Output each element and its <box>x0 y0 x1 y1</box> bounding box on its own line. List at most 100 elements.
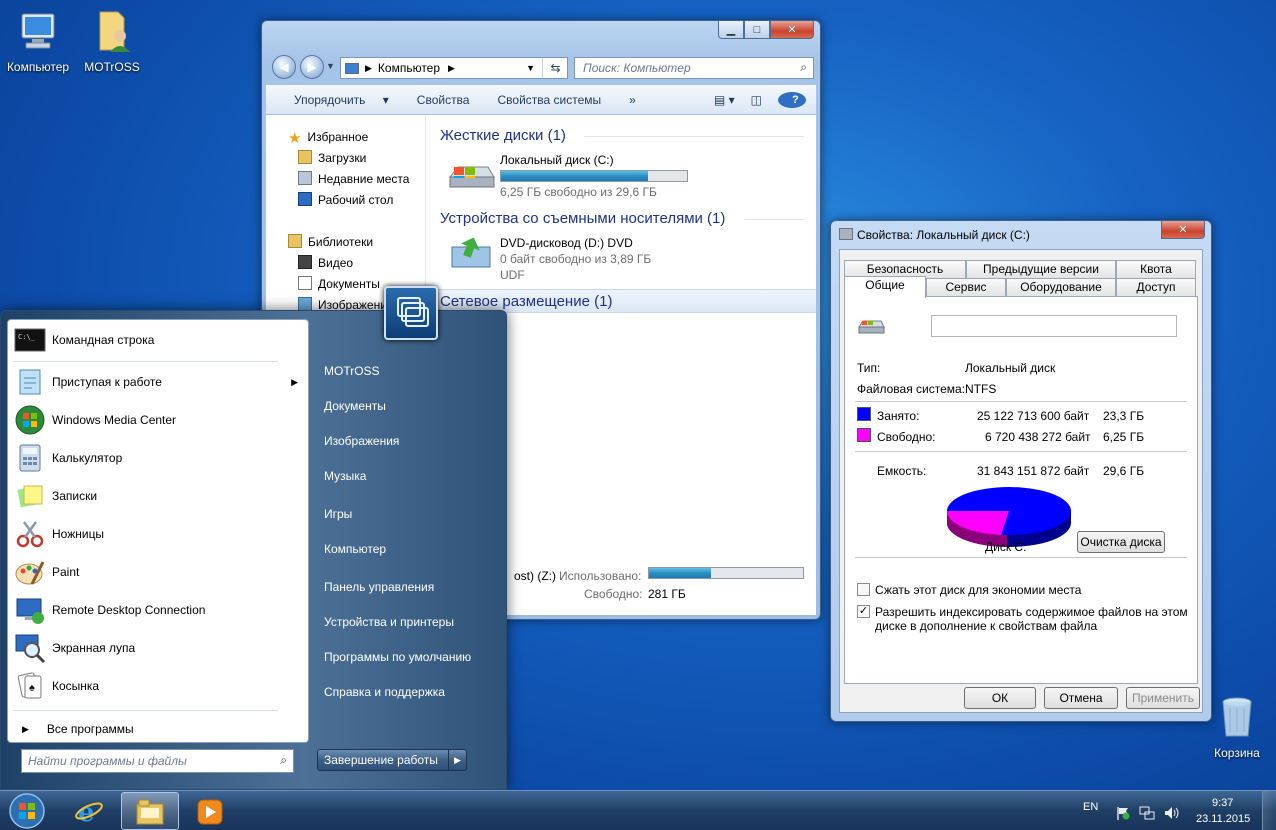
start-menu-programs: C:\_ Командная строка Приступая к работе… <box>7 319 309 743</box>
tab-quota[interactable]: Квота <box>1116 260 1196 278</box>
preview-pane-icon[interactable]: ◫ <box>743 93 770 107</box>
language-indicator[interactable]: EN <box>1083 801 1098 813</box>
filesystem-label: Файловая система: <box>857 382 966 396</box>
clock-date[interactable]: 23.11.2015 <box>1196 813 1250 825</box>
start-item-media-center[interactable]: Windows Media Center <box>8 401 308 439</box>
system-properties-button[interactable]: Свойства системы <box>483 93 615 107</box>
index-checkbox[interactable]: ✓ <box>857 605 870 618</box>
start-item-getting-started[interactable]: Приступая к работе ▶ <box>8 363 308 401</box>
shutdown-button[interactable]: Завершение работы ▶ <box>317 749 467 771</box>
start-button[interactable] <box>6 791 48 830</box>
drive-c-name[interactable]: Локальный диск (C:) <box>500 153 614 167</box>
nav-favorites[interactable]: ★ Избранное <box>288 129 368 147</box>
start-link-default-programs[interactable]: Программы по умолчанию <box>324 650 471 664</box>
tab-sharing[interactable]: Доступ <box>1116 278 1196 296</box>
start-item-magnifier[interactable]: Экранная лупа <box>8 629 308 667</box>
shutdown-options-icon[interactable]: ▶ <box>448 750 466 770</box>
start-search-input[interactable]: Найти программы и файлы ⌕ <box>21 749 294 773</box>
cancel-button[interactable]: Отмена <box>1044 687 1118 709</box>
start-link-control-panel[interactable]: Панель управления <box>324 580 434 594</box>
dvd-drive-name[interactable]: DVD-дисковод (D:) DVD <box>500 236 633 250</box>
forward-button[interactable]: ▶ <box>300 55 324 79</box>
more-commands-button[interactable]: » <box>615 93 650 107</box>
desktop-icon-computer[interactable]: Компьютер <box>0 8 76 74</box>
desktop-icon-user-folder[interactable]: MOTrOSS <box>74 8 150 74</box>
tab-previous-versions[interactable]: Предыдущие версии <box>966 260 1116 278</box>
start-item-scissors[interactable]: Ножницы <box>8 515 308 553</box>
volume-icon[interactable] <box>1163 805 1181 824</box>
disk-label: Диск C: <box>985 540 1027 554</box>
tab-service[interactable]: Сервис <box>926 278 1006 296</box>
nav-documents[interactable]: Документы <box>298 276 380 291</box>
nav-libraries[interactable]: Библиотеки <box>288 234 373 249</box>
search-icon[interactable]: ⌕ <box>800 60 807 75</box>
address-dropdown-icon[interactable]: ▼ <box>526 63 535 73</box>
show-desktop-button[interactable] <box>1262 791 1276 830</box>
start-link-help[interactable]: Справка и поддержка <box>324 685 445 699</box>
network-icon[interactable] <box>1139 805 1155 824</box>
help-icon[interactable]: ? <box>770 91 816 108</box>
taskbar-media-player[interactable] <box>182 792 240 830</box>
start-link-computer[interactable]: Компьютер <box>324 542 386 556</box>
start-item-cmd[interactable]: C:\_ Командная строка <box>8 321 308 359</box>
solitaire-icon: ♠ <box>14 670 46 702</box>
maximize-button[interactable]: □ <box>744 21 770 39</box>
search-input[interactable]: Поиск: Компьютер ⌕ <box>574 57 814 79</box>
close-button[interactable]: ✕ <box>770 21 814 39</box>
nav-desktop[interactable]: Рабочий стол <box>298 192 393 207</box>
free-gb: 6,25 ГБ <box>1103 430 1145 444</box>
address-bar[interactable]: ▶ Компьютер ▶ ▼ <box>340 57 568 79</box>
command-bar: Упорядочить ▾ Свойства Свойства системы … <box>266 85 816 115</box>
network-drive-name[interactable]: ost) (Z:) <box>514 569 556 583</box>
tab-hardware[interactable]: Оборудование <box>1006 278 1116 296</box>
start-link-images[interactable]: Изображения <box>324 434 399 448</box>
index-label-line1: Разрешить индексировать содержимое файло… <box>875 605 1188 619</box>
start-item-remote-desktop[interactable]: Remote Desktop Connection <box>8 591 308 629</box>
volume-label-input[interactable] <box>931 315 1177 337</box>
action-center-flag-icon[interactable] <box>1115 805 1131 824</box>
remote-desktop-icon <box>14 594 46 626</box>
start-link-documents[interactable]: Документы <box>324 399 386 413</box>
cmd-icon: C:\_ <box>14 324 46 356</box>
compress-label: Сжать этот диск для экономии места <box>875 583 1082 597</box>
all-programs-button[interactable]: ▶ Все программы <box>8 712 308 746</box>
apply-button[interactable]: Применить <box>1126 687 1200 709</box>
minimize-button[interactable]: ▁ <box>718 21 744 39</box>
ok-button[interactable]: ОК <box>964 687 1036 709</box>
start-item-paint[interactable]: Paint <box>8 553 308 591</box>
used-gb: 23,3 ГБ <box>1103 409 1145 423</box>
dialog-close-button[interactable]: ✕ <box>1161 221 1205 239</box>
free-bytes: 6 720 438 272 байт <box>985 430 1091 444</box>
nav-recent-places[interactable]: Недавние места <box>298 171 409 186</box>
group-removable[interactable]: Устройства со съемными носителями (1) <box>440 210 725 227</box>
back-button[interactable]: ◀ <box>272 55 296 79</box>
start-item-calculator[interactable]: Калькулятор <box>8 439 308 477</box>
nav-video[interactable]: Видео <box>298 255 353 270</box>
start-link-user[interactable]: MOTrOSS <box>324 364 380 378</box>
disk-cleanup-button[interactable]: Очистка диска <box>1077 531 1165 553</box>
compress-checkbox[interactable] <box>857 583 870 596</box>
refresh-icon[interactable]: ⇆ <box>542 58 568 78</box>
view-options-icon[interactable]: ▤ ▾ <box>706 93 743 107</box>
start-link-devices-printers[interactable]: Устройства и принтеры <box>324 615 454 629</box>
network-free-value: 281 ГБ <box>648 587 686 601</box>
search-icon[interactable]: ⌕ <box>280 753 287 768</box>
network-free-label: Свободно: <box>584 587 643 601</box>
group-hard-disks[interactable]: Жесткие диски (1) <box>440 127 566 144</box>
start-item-solitaire[interactable]: ♠ Косынка <box>8 667 308 705</box>
properties-button[interactable]: Свойства <box>403 93 484 107</box>
start-item-sticky-notes[interactable]: Записки <box>8 477 308 515</box>
start-link-games[interactable]: Игры <box>324 507 352 521</box>
history-dropdown-icon[interactable]: ▼ <box>326 61 335 71</box>
start-link-music[interactable]: Музыка <box>324 469 366 483</box>
free-label: Свободно: <box>877 430 936 444</box>
group-divider <box>584 136 804 137</box>
clock-time[interactable]: 9:37 <box>1212 797 1233 809</box>
taskbar-ie[interactable]: e <box>60 792 118 830</box>
organize-button[interactable]: Упорядочить ▾ <box>266 93 403 107</box>
computer-small-icon <box>345 62 359 74</box>
group-network[interactable]: Сетевое размещение (1) <box>440 293 612 310</box>
tab-general[interactable]: Общие <box>844 276 926 298</box>
taskbar-explorer[interactable] <box>121 792 179 830</box>
nav-downloads[interactable]: Загрузки <box>298 150 366 165</box>
